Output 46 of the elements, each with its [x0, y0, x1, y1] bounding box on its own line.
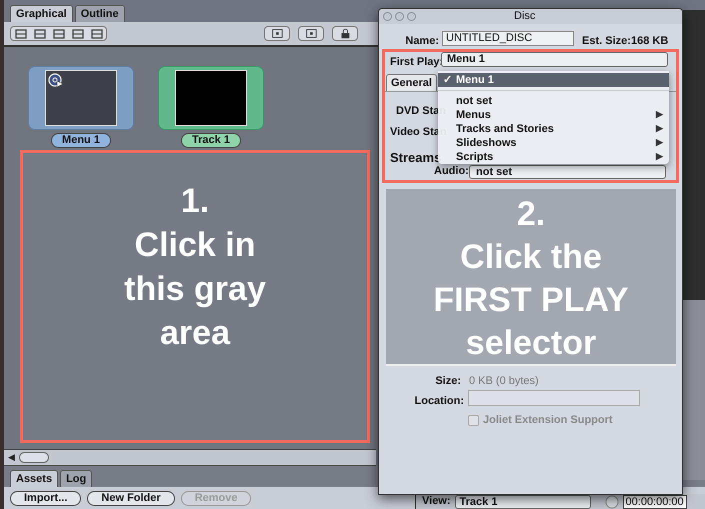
- first-play-select[interactable]: Menu 1: [441, 52, 668, 67]
- tab[interactable]: Assets: [10, 470, 58, 487]
- est-size-label: Est. Size:: [582, 34, 631, 49]
- size-label: Size:: [434, 374, 461, 389]
- menu-item[interactable]: not set: [438, 94, 669, 108]
- audio-label: Audio:: [434, 165, 469, 178]
- tile-label[interactable]: Track 1: [181, 133, 241, 148]
- audio-select[interactable]: not set: [469, 165, 666, 179]
- view-select[interactable]: Track 1: [454, 494, 591, 508]
- clock-icon[interactable]: [604, 494, 619, 508]
- location-label: Location:: [414, 394, 464, 409]
- tab[interactable]: Log: [60, 470, 92, 487]
- checkbox-label: Joliet Extension Support: [483, 413, 613, 428]
- name-field[interactable]: UNTITLED_DISC: [442, 31, 574, 46]
- annotation-text: 1. Click in this gray area: [124, 181, 266, 354]
- fit-icon[interactable]: [298, 26, 324, 41]
- tile-label[interactable]: Menu 1: [51, 133, 111, 148]
- scrollbar[interactable]: ◀: [4, 449, 376, 466]
- submenu-arrow-icon: ▶: [656, 108, 663, 122]
- tab[interactable]: General: [386, 74, 437, 91]
- menu-tile[interactable]: [28, 66, 134, 130]
- first-play-label: First Play:: [390, 55, 444, 70]
- tab[interactable]: Outline: [74, 5, 125, 22]
- button[interactable]: New Folder: [87, 490, 175, 506]
- button[interactable]: Import...: [10, 490, 82, 506]
- track-tile[interactable]: [158, 66, 264, 130]
- timecode-field[interactable]: 00:00:00:00: [622, 494, 687, 508]
- submenu-arrow-icon: ▶: [656, 150, 663, 164]
- view-label: View:: [422, 494, 451, 509]
- menu-item[interactable]: Slideshows ▶: [438, 136, 669, 150]
- annotation-text: 2. Click the FIRST PLAY selector: [433, 194, 629, 364]
- tab[interactable]: Graphical: [10, 5, 73, 22]
- submenu-arrow-icon: ▶: [656, 122, 663, 136]
- submenu-arrow-icon: ▶: [656, 136, 663, 150]
- window-title: Disc: [514, 9, 536, 24]
- name-label: Name:: [404, 34, 439, 49]
- scroll-left-arrow[interactable]: ◀: [4, 450, 19, 464]
- est-size-value: 168 KB: [631, 34, 668, 49]
- location-field[interactable]: [468, 390, 640, 406]
- lock-icon[interactable]: [332, 26, 358, 41]
- scroll-thumb[interactable]: [19, 452, 49, 463]
- disc-play-icon[interactable]: [48, 73, 64, 89]
- size-value: 0 KB (0 bytes): [469, 374, 539, 389]
- menu-item[interactable]: ✓ Menu 1: [438, 73, 669, 87]
- checkmark-icon: ✓: [443, 74, 452, 86]
- frame-icon[interactable]: [264, 26, 290, 41]
